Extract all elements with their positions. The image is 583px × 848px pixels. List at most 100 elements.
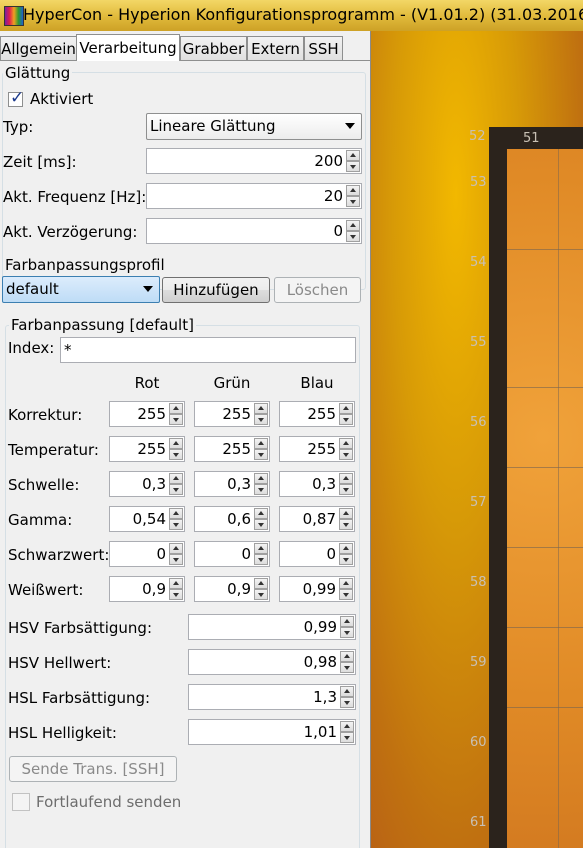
spin-down-icon[interactable] [169,589,183,600]
spin-up-icon[interactable] [169,578,183,589]
blacklevel-blue-spinbox[interactable]: 0 [279,541,355,567]
spin-down-icon[interactable] [340,662,354,673]
spin-down-icon[interactable] [339,589,353,600]
blacklevel-green-spinbox[interactable]: 0 [194,541,270,567]
continuous-send-checkbox[interactable] [12,793,30,811]
whitelevel-blue-spinbox[interactable]: 0,99 [279,576,355,602]
whitelevel-red-spinbox[interactable]: 0,9 [109,576,185,602]
frequency-spinbox[interactable]: 20 [146,183,362,209]
spin-down-icon[interactable] [339,554,353,565]
spin-up-icon[interactable] [169,473,183,484]
spin-up-icon[interactable] [339,438,353,449]
whitelevel-green-spinbox[interactable]: 0,9 [194,576,270,602]
add-profile-button[interactable]: Hinzufügen [162,277,270,303]
spin-up-icon[interactable] [339,403,353,414]
gamma-green-spinbox[interactable]: 0,6 [194,506,270,532]
spin-down-icon[interactable] [346,196,360,207]
hsl-lightness-spinbox[interactable]: 1,01 [188,719,356,745]
spin-up-icon[interactable] [254,508,268,519]
hsv-value-spinbox[interactable]: 0,98 [188,649,356,675]
temperature-red-spinbox[interactable]: 255 [109,436,185,462]
spin-down-icon[interactable] [254,414,268,425]
spin-up-icon[interactable] [346,185,360,196]
gamma-blue-spinbox[interactable]: 0,87 [279,506,355,532]
tab-grabber[interactable]: Grabber [180,36,247,60]
hsl-lightness-label: HSL Helligkeit: [8,724,117,742]
spin-up-icon[interactable] [340,721,354,732]
spin-down-icon[interactable] [169,449,183,460]
profile-select[interactable]: default [2,276,160,303]
spin-up-icon[interactable] [254,543,268,554]
spin-down-icon[interactable] [339,484,353,495]
spin-down-icon[interactable] [340,697,354,708]
profile-title: Farbanpassungsprofil [5,256,165,274]
gamma-red-spinbox[interactable]: 0,54 [109,506,185,532]
spin-down-icon[interactable] [254,449,268,460]
delete-profile-button[interactable]: Löschen [274,277,361,303]
spin-up-icon[interactable] [169,543,183,554]
spin-up-icon[interactable] [340,651,354,662]
spinbox-value: 255 [222,440,251,458]
spin-up-icon[interactable] [254,578,268,589]
preview-col-label: 52 [469,129,486,144]
threshold-red-spinbox[interactable]: 0,3 [109,471,185,497]
spin-down-icon[interactable] [254,519,268,530]
spin-down-icon[interactable] [340,732,354,743]
hsv-saturation-label: HSV Farbsättigung: [8,619,153,637]
spin-up-icon[interactable] [169,438,183,449]
spin-down-icon[interactable] [254,484,268,495]
spin-down-icon[interactable] [339,519,353,530]
tab-ssh[interactable]: SSH [304,36,343,60]
led-preview: 52 51 53 54 55 56 57 58 59 60 61 [371,31,583,848]
spin-down-icon[interactable] [339,414,353,425]
index-input[interactable]: * [60,337,356,363]
hsv-saturation-spinbox[interactable]: 0,99 [188,614,356,640]
correction-blue-spinbox[interactable]: 255 [279,401,355,427]
tab-allgemein[interactable]: Allgemein [0,36,77,60]
spin-up-icon[interactable] [169,403,183,414]
spin-up-icon[interactable] [339,473,353,484]
smoothing-type-select[interactable]: Lineare Glättung [146,113,362,140]
spin-up-icon[interactable] [169,508,183,519]
spin-up-icon[interactable] [254,403,268,414]
spin-up-icon[interactable] [339,508,353,519]
spin-down-icon[interactable] [346,161,360,172]
spin-up-icon[interactable] [254,438,268,449]
threshold-green-spinbox[interactable]: 0,3 [194,471,270,497]
hsl-saturation-spinbox[interactable]: 1,3 [188,684,356,710]
spin-down-icon[interactable] [169,484,183,495]
tab-verarbeitung[interactable]: Verarbeitung [76,34,180,61]
spin-down-icon[interactable] [339,449,353,460]
tab-extern[interactable]: Extern [247,36,304,60]
spinbox-value: 0 [326,545,336,563]
spin-up-icon[interactable] [340,616,354,627]
send-transform-button[interactable]: Sende Trans. [SSH] [9,756,177,782]
threshold-blue-spinbox[interactable]: 0,3 [279,471,355,497]
grid-line [558,149,559,848]
correction-red-spinbox[interactable]: 255 [109,401,185,427]
spinbox-value: 0,9 [142,580,166,598]
time-spinbox[interactable]: 200 [146,148,362,174]
spin-up-icon[interactable] [340,686,354,697]
blacklevel-red-spinbox[interactable]: 0 [109,541,185,567]
correction-green-spinbox[interactable]: 255 [194,401,270,427]
spin-up-icon[interactable] [346,220,360,231]
spin-up-icon[interactable] [346,150,360,161]
spin-up-icon[interactable] [339,578,353,589]
temperature-blue-spinbox[interactable]: 255 [279,436,355,462]
temperature-green-spinbox[interactable]: 255 [194,436,270,462]
spinbox-value: 255 [222,405,251,423]
delay-spinbox[interactable]: 0 [146,218,362,244]
spin-up-icon[interactable] [254,473,268,484]
spin-down-icon[interactable] [340,627,354,638]
spin-down-icon[interactable] [254,554,268,565]
smoothing-enabled-checkbox[interactable]: ✓ [8,88,24,108]
whitelevel-label: Weißwert: [8,581,84,599]
spin-down-icon[interactable] [346,231,360,242]
spin-down-icon[interactable] [169,414,183,425]
spin-down-icon[interactable] [254,589,268,600]
spin-up-icon[interactable] [339,543,353,554]
spin-down-icon[interactable] [169,519,183,530]
spin-down-icon[interactable] [169,554,183,565]
hsv-value-label: HSV Hellwert: [8,654,112,672]
